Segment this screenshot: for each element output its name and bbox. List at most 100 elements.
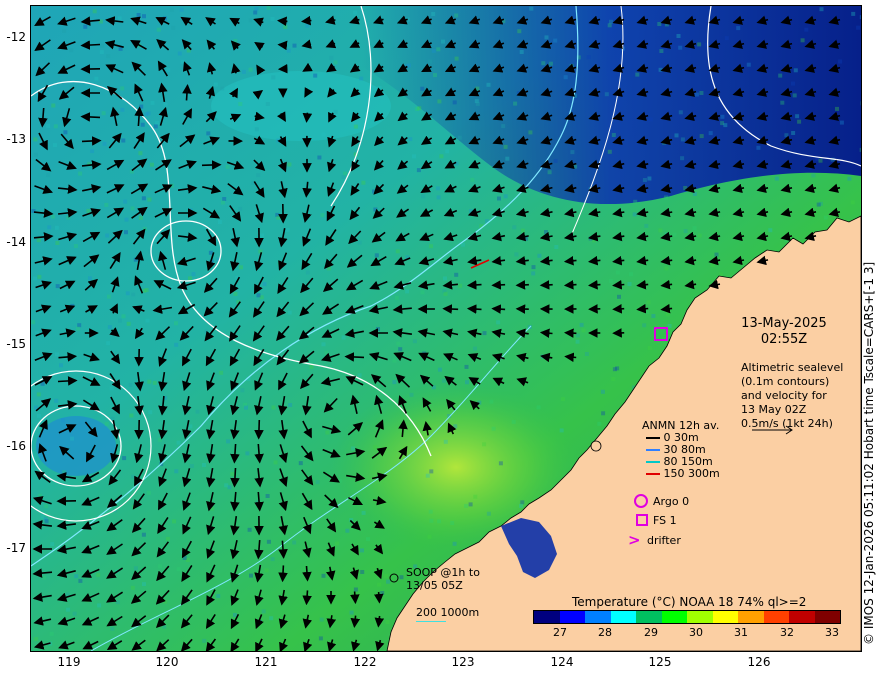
sst-pixel	[453, 424, 458, 429]
sst-pixel	[774, 176, 779, 181]
sst-pixel	[351, 446, 356, 451]
argo-label: Argo 0	[653, 495, 690, 508]
sst-pixel	[158, 564, 163, 569]
x-tick-label: 119	[57, 655, 81, 669]
sst-pixel	[174, 469, 179, 474]
sst-pixel	[233, 291, 238, 296]
sst-pixel	[179, 7, 184, 12]
sst-pixel	[120, 107, 125, 112]
velocity-arrow	[612, 279, 625, 290]
arrow-swatch	[646, 461, 660, 463]
sst-pixel	[140, 122, 145, 127]
sst-pixel	[139, 104, 144, 109]
sst-pixel	[319, 617, 324, 622]
sst-pixel	[36, 392, 41, 397]
sst-pixel	[850, 200, 855, 205]
sst-pixel	[315, 480, 320, 485]
sst-pixel	[470, 177, 475, 182]
sst-pixel	[697, 233, 702, 238]
sst-pixel	[163, 102, 168, 107]
sst-pixel	[86, 208, 91, 213]
credit-text: © IMOS 12-Jan-2026 05:11:02 Hobart time …	[862, 261, 876, 645]
sst-pixel	[437, 519, 442, 524]
sst-pixel	[313, 73, 318, 78]
colorbar-segment	[661, 611, 687, 623]
sst-pixel	[644, 223, 649, 228]
sst-pixel	[816, 202, 821, 207]
sst-pixel	[486, 82, 491, 87]
sst-pixel	[122, 456, 127, 461]
sst-pixel	[124, 230, 128, 235]
sst-pixel	[724, 36, 729, 41]
sst-pixel	[609, 19, 613, 24]
sst-pixel	[473, 346, 477, 351]
sst-pixel	[491, 426, 496, 431]
sst-pixel	[431, 12, 436, 16]
sst-pixel	[138, 215, 143, 220]
sst-pixel	[343, 171, 348, 176]
time-line: 02:55Z	[760, 332, 808, 347]
sst-pixel	[147, 379, 152, 384]
sst-pixel	[292, 540, 297, 545]
sst-pixel	[468, 502, 473, 507]
sst-pixel	[142, 582, 146, 587]
sst-pixel	[531, 265, 536, 270]
sst-pixel	[396, 54, 401, 59]
sst-pixel	[541, 61, 546, 66]
sst-pixel	[239, 265, 243, 270]
sst-pixel	[416, 168, 421, 173]
sst-pixel	[607, 149, 612, 154]
sst-pixel	[189, 464, 194, 468]
sst-pixel	[377, 85, 382, 90]
sst-pixel	[256, 173, 261, 178]
sst-pixel	[437, 99, 442, 104]
sst-pixel	[597, 421, 602, 426]
sst-pixel	[395, 249, 400, 254]
sst-pixel	[176, 567, 181, 572]
velocity-arrow	[57, 376, 78, 386]
velocity-arrow	[201, 160, 222, 170]
sst-pixel	[321, 132, 326, 137]
sst-pixel	[694, 92, 699, 97]
sst-pixel	[573, 164, 578, 169]
sst-pixel	[458, 283, 463, 288]
sst-pixel	[386, 579, 391, 584]
sst-pixel	[469, 209, 473, 214]
sst-pixel	[66, 607, 71, 612]
sst-pixel	[611, 377, 616, 381]
sst-pixel	[586, 55, 591, 60]
sst-pixel	[325, 430, 330, 435]
sst-pixel	[62, 470, 67, 475]
sst-pixel	[133, 566, 138, 571]
sst-pixel	[141, 196, 146, 201]
sst-pixel	[632, 212, 637, 217]
sst-pixel	[608, 279, 613, 283]
sst-pixel	[575, 333, 580, 338]
sst-pixel	[392, 380, 397, 385]
sst-pixel	[680, 137, 685, 142]
sst-pixel	[412, 339, 417, 344]
y-tick-label: -17	[6, 541, 26, 555]
sst-pixel	[676, 34, 681, 38]
sst-pixel	[353, 124, 358, 129]
sst-pixel	[429, 518, 434, 523]
colorbar-segment	[738, 611, 764, 623]
sst-pixel	[148, 410, 153, 415]
sst-pixel	[838, 59, 843, 64]
sst-pixel	[429, 244, 433, 249]
sst-pixel	[811, 173, 816, 178]
sst-pixel	[642, 178, 647, 182]
sst-pixel	[106, 341, 111, 346]
velocity-arrow	[466, 280, 482, 290]
sst-pixel	[188, 208, 193, 213]
sst-pixel	[254, 7, 259, 11]
sst-pixel	[457, 135, 462, 140]
sst-pixel	[399, 575, 404, 580]
sst-pixel	[142, 14, 146, 19]
sst-pixel	[851, 11, 856, 16]
sst-pixel	[384, 574, 389, 579]
sst-pixel	[428, 59, 433, 64]
sst-pixel	[441, 39, 445, 44]
sst-pixel	[244, 405, 248, 410]
sst-pixel	[145, 318, 150, 323]
